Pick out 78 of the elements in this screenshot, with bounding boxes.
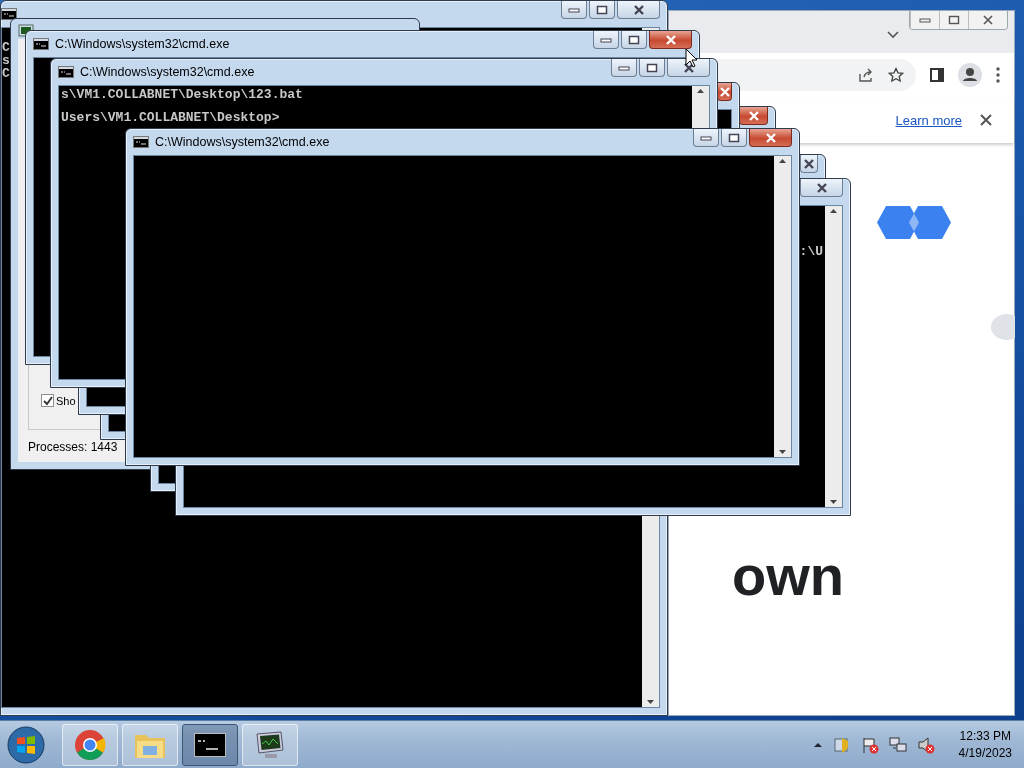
scroll-up-icon[interactable] xyxy=(829,206,838,216)
network-icon[interactable] xyxy=(888,735,907,754)
close-icon xyxy=(815,182,828,193)
close-button[interactable] xyxy=(667,59,710,77)
close-button[interactable] xyxy=(800,155,818,173)
close-icon xyxy=(664,34,677,45)
console-icon xyxy=(194,732,226,757)
maximize-button[interactable] xyxy=(621,31,647,49)
maximize-icon xyxy=(596,4,608,15)
close-button[interactable] xyxy=(968,11,1007,29)
close-icon xyxy=(718,86,731,97)
maximize-button[interactable] xyxy=(639,59,665,77)
maximize-icon xyxy=(646,62,658,73)
console-icon xyxy=(58,66,74,78)
scroll-down-icon[interactable] xyxy=(646,697,655,707)
restore-icon xyxy=(948,15,960,25)
close-button[interactable] xyxy=(617,1,660,19)
close-button[interactable] xyxy=(800,179,843,197)
show-hidden-icons-icon[interactable] xyxy=(812,741,823,748)
chevron-icon[interactable] xyxy=(887,31,899,39)
share-icon[interactable] xyxy=(858,67,874,83)
close-icon[interactable] xyxy=(980,114,992,126)
maximize-button[interactable] xyxy=(721,129,747,147)
close-icon xyxy=(682,62,695,73)
menu-icon[interactable] xyxy=(996,67,1000,83)
window-title: C:\Windows\system32\cmd.exe xyxy=(80,65,255,79)
side-panel-icon[interactable] xyxy=(930,68,944,82)
minimize-icon xyxy=(700,134,712,141)
close-button[interactable] xyxy=(749,129,792,147)
taskbar-button[interactable] xyxy=(182,723,238,766)
browser-icon xyxy=(74,728,106,761)
close-icon xyxy=(803,158,815,169)
terminal-line: C xyxy=(2,42,10,54)
scroll-down-icon[interactable] xyxy=(829,497,838,507)
close-icon xyxy=(982,15,994,25)
window-title: C:\Windows\system32\cmd.exe xyxy=(155,135,330,149)
start-button[interactable] xyxy=(6,724,46,765)
star-icon[interactable] xyxy=(888,67,904,83)
status-text: Processes: 1443 xyxy=(28,439,119,454)
minimize-icon xyxy=(618,64,630,71)
minimize-icon xyxy=(919,17,931,23)
scroll-up-icon[interactable] xyxy=(696,86,705,96)
terminal-line: s\VM1.COLLABNET\Desktop\123.bat xyxy=(61,89,303,101)
logo-icon xyxy=(877,206,951,239)
window-title: C:\Windows\system32\cmd.exe xyxy=(55,37,230,51)
terminal-line: :\U xyxy=(799,246,823,258)
minimize-button[interactable] xyxy=(561,1,587,19)
minimize-button[interactable] xyxy=(593,31,619,49)
cursor-icon xyxy=(685,48,698,68)
clock[interactable]: 12:33 PM 4/19/2023 xyxy=(958,727,1012,762)
console-icon xyxy=(33,38,49,50)
scroll-down-icon[interactable] xyxy=(778,447,787,457)
console-icon xyxy=(133,136,149,148)
show-checkbox[interactable]: Sho xyxy=(41,394,76,407)
minimize-icon xyxy=(600,36,612,43)
page-heading: own xyxy=(732,548,844,604)
learn-more-link[interactable]: Learn more xyxy=(895,112,962,128)
maximize-icon xyxy=(628,34,640,45)
terminal-line: Users\VM1.COLLABNET\Desktop> xyxy=(61,112,280,124)
close-icon xyxy=(764,132,777,143)
flag-icon[interactable] xyxy=(860,735,879,754)
maximize-icon xyxy=(728,132,740,143)
minimize-icon xyxy=(568,6,580,13)
minimize-button[interactable] xyxy=(611,59,637,77)
close-icon xyxy=(747,110,760,121)
close-button[interactable] xyxy=(649,31,692,49)
minimize-button[interactable] xyxy=(693,129,719,147)
maximize-button[interactable] xyxy=(589,1,615,19)
scroll-up-icon[interactable] xyxy=(778,156,787,166)
terminal-line: s xyxy=(2,55,10,67)
restore-button[interactable] xyxy=(939,11,968,29)
monitor-icon xyxy=(253,729,287,760)
check-icon xyxy=(42,395,53,406)
muted-speaker-icon[interactable] xyxy=(916,735,935,754)
avatar-icon[interactable] xyxy=(958,63,982,87)
close-button[interactable] xyxy=(739,107,768,125)
close-icon xyxy=(632,4,645,15)
terminal-line: C xyxy=(2,68,10,80)
